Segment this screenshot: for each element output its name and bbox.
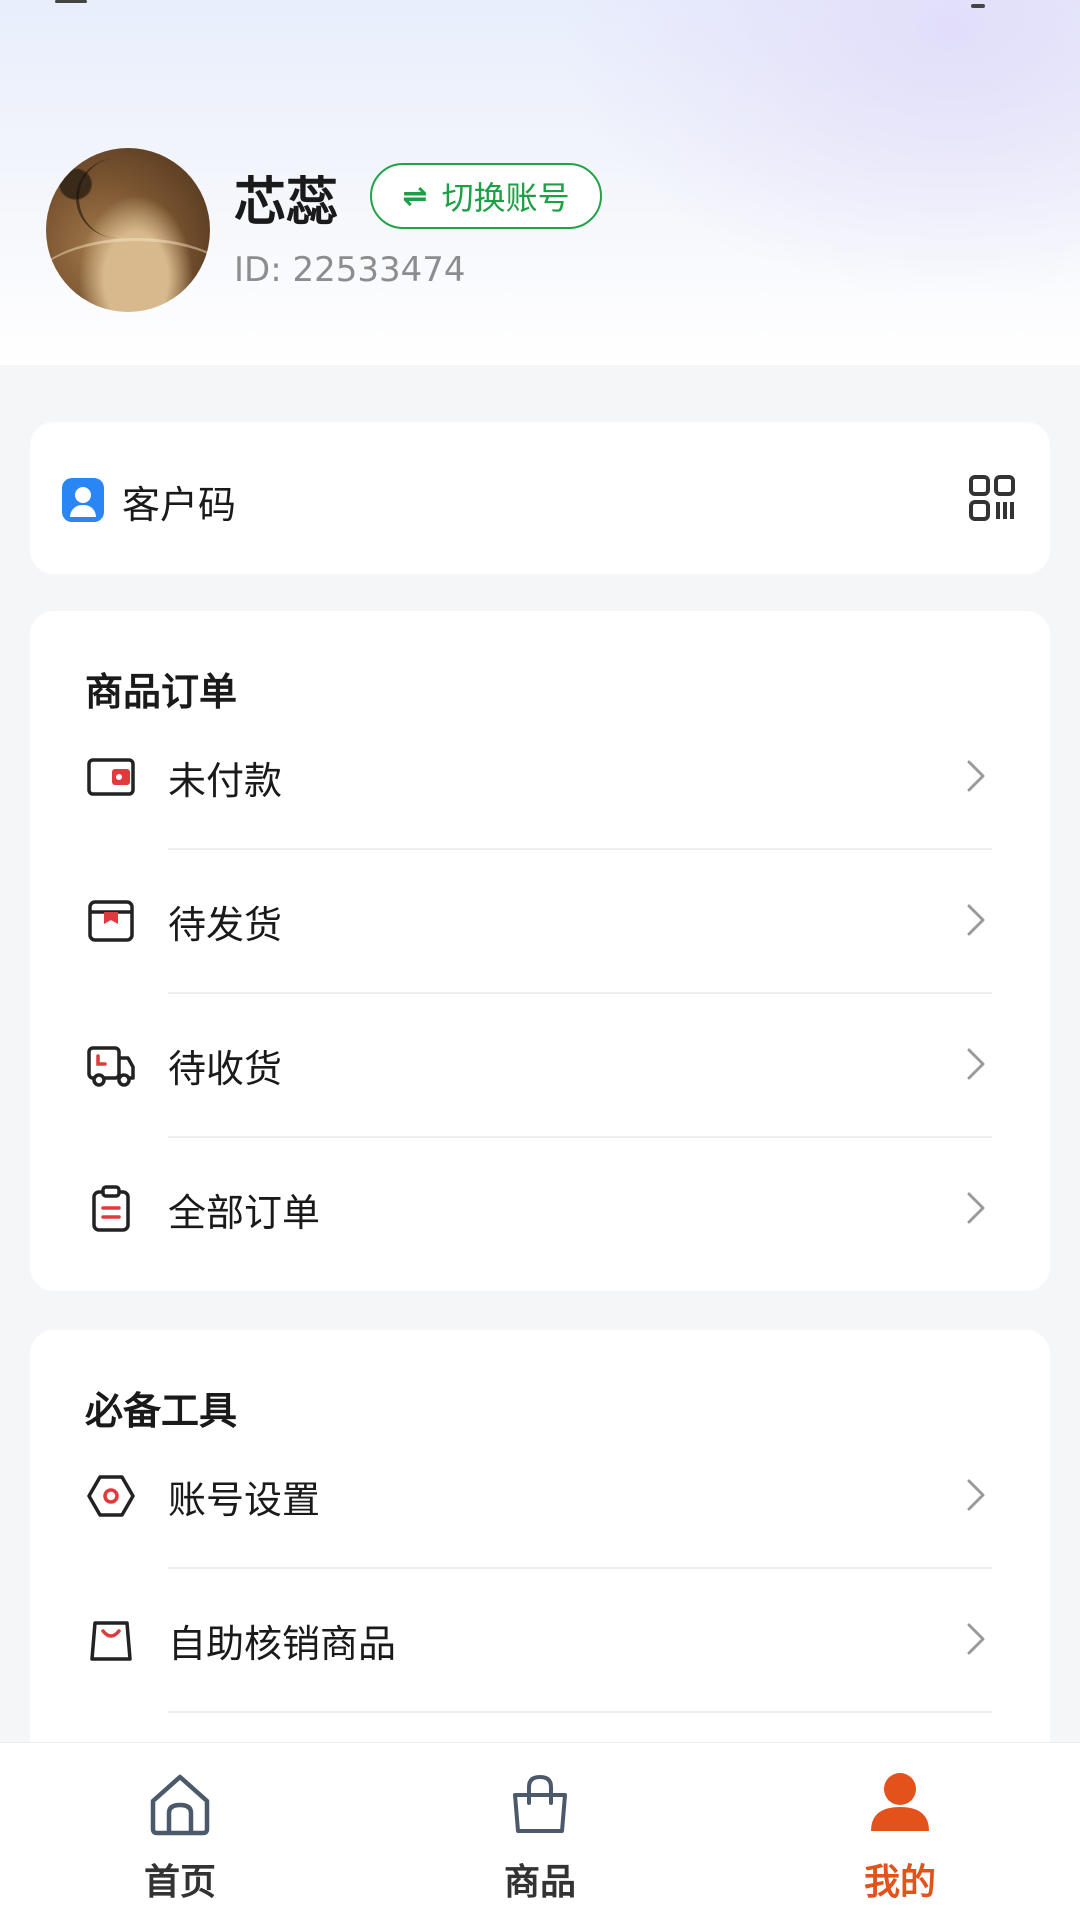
order-row-label: 待发货 xyxy=(168,903,283,947)
divider xyxy=(168,1711,992,1713)
nav-item-mine[interactable]: 我的 xyxy=(800,1743,1000,1920)
profile-header: 芯蕊 ⇌ 切换账号 ID: 22533474 xyxy=(0,0,1080,365)
tool-row-label: 自助核销商品 xyxy=(168,1622,397,1666)
switch-account-button[interactable]: ⇌ 切换账号 xyxy=(370,163,602,229)
tool-row-label: 账号设置 xyxy=(168,1478,321,1522)
order-row-label: 待收货 xyxy=(168,1047,283,1091)
nav-label: 我的 xyxy=(863,1862,936,1903)
customer-code-label: 客户码 xyxy=(122,483,237,527)
chevron-right-icon xyxy=(967,1479,985,1511)
clipboard-icon xyxy=(92,1185,130,1232)
avatar[interactable] xyxy=(46,148,210,312)
shopping-bag-icon xyxy=(513,1774,567,1833)
order-row-all-orders[interactable]: 全部订单 xyxy=(30,1138,1050,1282)
switch-account-label: 切换账号 xyxy=(441,179,570,217)
user-badge-icon xyxy=(62,478,104,522)
chevron-right-icon xyxy=(967,904,985,936)
chevron-right-icon xyxy=(967,760,985,792)
order-row-unpaid[interactable]: 未付款 xyxy=(30,706,1050,850)
package-icon xyxy=(88,900,134,942)
orders-card: 商品订单 未付款 待发货 待收货 全部订单 xyxy=(30,611,1050,1291)
status-bar-indicator xyxy=(55,0,87,3)
truck-icon xyxy=(87,1046,135,1087)
person-icon xyxy=(871,1773,929,1831)
qr-code-icon[interactable] xyxy=(968,474,1016,522)
swap-icon: ⇌ xyxy=(402,178,428,214)
chevron-right-icon xyxy=(967,1192,985,1224)
chevron-right-icon xyxy=(967,1623,985,1655)
order-row-to-ship[interactable]: 待发货 xyxy=(30,850,1050,994)
home-icon xyxy=(150,1774,210,1836)
username: 芯蕊 xyxy=(234,173,339,233)
order-row-label: 未付款 xyxy=(168,759,283,803)
order-row-to-receive[interactable]: 待收货 xyxy=(30,994,1050,1138)
tool-row-self-verify[interactable]: 自助核销商品 xyxy=(30,1569,1050,1713)
nav-item-home[interactable]: 首页 xyxy=(80,1743,280,1920)
tool-row-account-settings[interactable]: 账号设置 xyxy=(30,1425,1050,1569)
bottom-nav: 首页 商品 我的 xyxy=(0,1742,1080,1920)
nav-label: 首页 xyxy=(143,1862,216,1903)
settings-hexagon-icon xyxy=(87,1475,135,1517)
bag-icon xyxy=(90,1621,132,1661)
wallet-icon xyxy=(87,758,135,796)
status-bar-indicator xyxy=(971,4,985,8)
user-id: ID: 22533474 xyxy=(234,250,466,290)
customer-code-card[interactable]: 客户码 xyxy=(30,422,1050,574)
order-row-label: 全部订单 xyxy=(168,1191,321,1235)
chevron-right-icon xyxy=(967,1048,985,1080)
my-page: 芯蕊 ⇌ 切换账号 ID: 22533474 客户码 商品订单 未付款 待发货 … xyxy=(0,0,1080,1920)
nav-item-products[interactable]: 商品 xyxy=(440,1743,640,1920)
nav-label: 商品 xyxy=(503,1862,576,1903)
